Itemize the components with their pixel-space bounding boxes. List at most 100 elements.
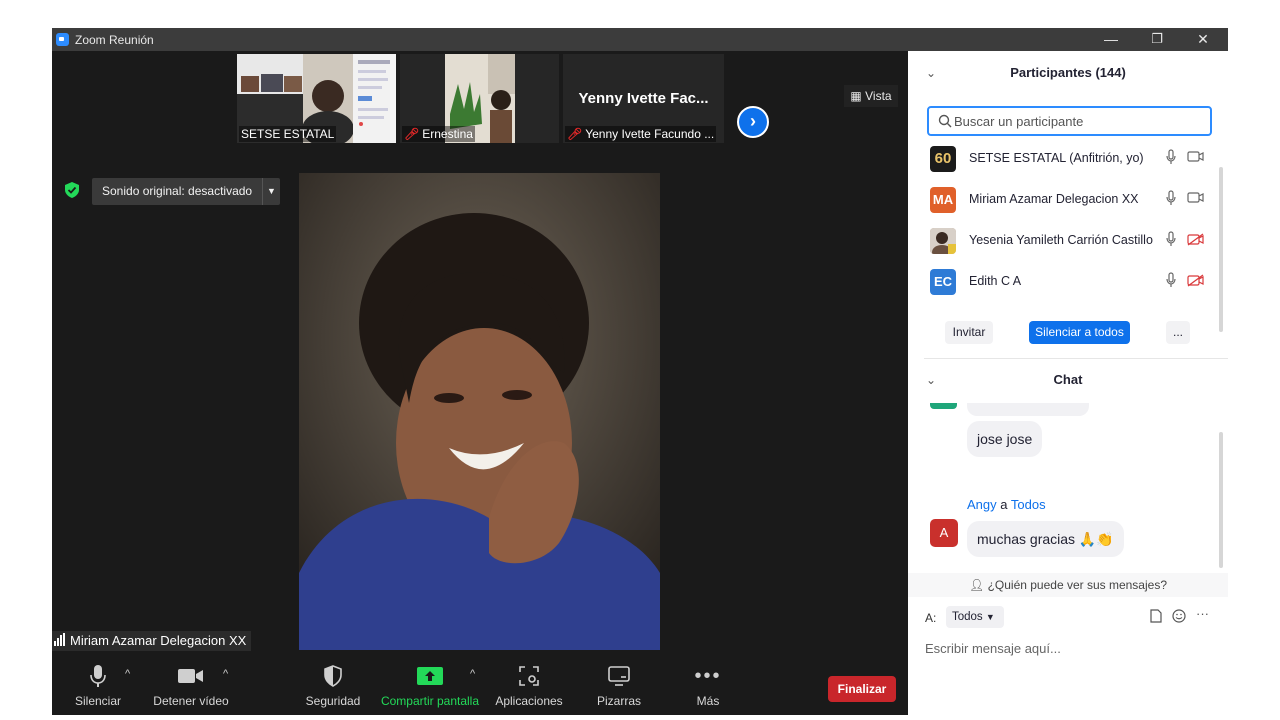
share-screen-arrow-icon: [417, 667, 443, 685]
person-lock-icon: 👤︎: [968, 578, 985, 592]
apps-icon: [519, 666, 539, 686]
participant-name: Miriam Azamar Delegacion XX: [969, 192, 1139, 206]
chat-message-header: Angy a Todos: [967, 497, 1046, 512]
video-area: SETSE ESTATAL 🎤︎ Ernestina Yenny Ivette F…: [52, 51, 908, 715]
restore-button[interactable]: ❐: [1134, 29, 1180, 49]
participant-name: Edith C A: [969, 274, 1022, 288]
apps-button[interactable]: Aplicaciones: [493, 663, 565, 713]
participant-name: SETSE ESTATAL (Anfitrión, yo): [969, 151, 1144, 165]
chevron-down-icon: ▼: [985, 612, 995, 622]
chat-message-input[interactable]: [925, 637, 1215, 659]
participant-row[interactable]: 60 SETSE ESTATAL (Anfitrión, yo): [908, 138, 1218, 178]
avatar: 60: [930, 146, 956, 172]
video-camera-icon[interactable]: [1187, 192, 1204, 203]
muted-mic-icon: 🎤︎: [567, 127, 583, 141]
chevron-down-icon[interactable]: ▼: [262, 178, 280, 205]
file-icon[interactable]: [1150, 609, 1162, 623]
chat-message: muchas gracias 🙏👏: [967, 521, 1124, 557]
participant-photo: [930, 228, 956, 254]
microphone-icon[interactable]: [1166, 149, 1176, 165]
chat-header: ⌄ Chat: [908, 360, 1228, 400]
participants-scrollbar[interactable]: [1219, 167, 1223, 332]
avatar: A: [930, 519, 958, 547]
audio-options-caret-icon[interactable]: ^: [125, 668, 130, 680]
previous-message-bubble: [967, 403, 1089, 416]
microphone-icon[interactable]: [1166, 190, 1176, 206]
thumbnail-ernestina[interactable]: 🎤︎ Ernestina: [400, 54, 559, 143]
thumbnail-display-name: Yenny Ivette Fac...: [578, 90, 709, 107]
security-label: Seguridad: [305, 694, 361, 708]
participant-row[interactable]: MA Miriam Azamar Delegacion XX: [908, 179, 1218, 219]
window-title: Zoom Reunión: [75, 33, 154, 47]
chat-title: Chat: [1053, 372, 1083, 387]
recipient-value: Todos: [952, 611, 983, 623]
thumbnail-yenny[interactable]: Yenny Ivette Fac... 🎤︎ Yenny Ivette Facun…: [563, 54, 724, 143]
share-screen-button[interactable]: Compartir pantalla: [380, 663, 480, 713]
thumbnail-name: 🎤︎ Ernestina: [402, 126, 475, 142]
participants-title: Participantes (144): [1010, 65, 1126, 80]
participant-name: Yesenia Yamileth Carrión Castillo: [969, 233, 1153, 247]
whiteboards-button[interactable]: Pizarras: [590, 663, 648, 713]
whiteboards-label: Pizarras: [596, 694, 641, 708]
apps-label: Aplicaciones: [495, 694, 563, 708]
thumbnail-name: SETSE ESTATAL: [239, 126, 337, 142]
zoom-logo-icon: [56, 33, 69, 46]
zoom-window: Zoom Reunión — ❐ ✕ SETSE ESTATAL 🎤︎ Erne…: [52, 28, 1228, 715]
next-page-arrow-icon[interactable]: ›: [737, 106, 769, 138]
stop-video-label: Detener vídeo: [153, 694, 229, 708]
microphone-icon[interactable]: [1166, 272, 1176, 288]
collapse-chevron-icon[interactable]: ⌄: [926, 53, 936, 93]
encryption-shield-icon[interactable]: [65, 182, 79, 198]
chat-scrollbar[interactable]: [1219, 432, 1223, 568]
message-connector: a: [1000, 497, 1008, 512]
security-button[interactable]: Seguridad: [302, 663, 364, 713]
sender-name: Angy: [967, 497, 997, 512]
to-label: A:: [925, 611, 937, 625]
chat-more-icon[interactable]: ···: [1196, 606, 1209, 621]
invite-button[interactable]: Invitar: [945, 321, 993, 344]
mute-button[interactable]: Silenciar: [70, 663, 126, 713]
share-options-caret-icon[interactable]: ^: [470, 668, 475, 680]
main-video: [299, 173, 660, 650]
more-label: Más: [696, 694, 720, 708]
participant-search[interactable]: [927, 106, 1212, 136]
who-can-see-messages[interactable]: 👤︎ ¿Quién puede ver sus mensajes?: [908, 573, 1228, 597]
video-off-icon[interactable]: [1187, 233, 1204, 246]
participant-search-input[interactable]: [954, 112, 1204, 130]
end-meeting-button[interactable]: Finalizar: [828, 676, 896, 702]
search-icon: [938, 114, 952, 128]
original-sound-button[interactable]: Sonido original: desactivado ▼: [92, 178, 280, 205]
participants-more-button[interactable]: ...: [1166, 321, 1190, 344]
recipient-select[interactable]: Todos ▼: [946, 606, 1004, 628]
more-button[interactable]: ••• Más: [684, 663, 732, 713]
signal-strength-icon: [54, 632, 66, 652]
original-sound-label: Sonido original: desactivado: [102, 184, 253, 198]
view-button[interactable]: ▦ Vista: [844, 85, 898, 107]
active-speaker-name: Miriam Azamar Delegacion XX: [52, 631, 252, 652]
stop-video-button[interactable]: Detener vídeo: [152, 663, 230, 713]
mute-all-button[interactable]: Silenciar a todos: [1029, 321, 1130, 344]
participants-header: ⌄ Participantes (144): [908, 53, 1228, 93]
minimize-button[interactable]: —: [1088, 29, 1134, 49]
more-dots-icon: •••: [694, 664, 722, 687]
emoji-icon[interactable]: [1172, 609, 1186, 623]
side-panel: ⌄ Participantes (144) 60 SETSE ESTATAL (…: [908, 51, 1228, 692]
speaker-video-frame: [299, 173, 660, 650]
video-options-caret-icon[interactable]: ^: [223, 668, 228, 680]
panel-divider: [924, 358, 1228, 359]
participant-row[interactable]: EC Edith C A: [908, 261, 1218, 301]
avatar: MA: [930, 187, 956, 213]
thumbnail-setse-estatal[interactable]: SETSE ESTATAL: [237, 54, 396, 143]
grid-icon: ▦: [850, 89, 862, 103]
collapse-chevron-icon[interactable]: ⌄: [926, 360, 936, 400]
participant-row[interactable]: Yesenia Yamileth Carrión Castillo: [908, 220, 1218, 260]
microphone-icon[interactable]: [1166, 231, 1176, 247]
video-camera-icon[interactable]: [1187, 151, 1204, 162]
mute-button-label: Silenciar: [74, 694, 122, 708]
close-button[interactable]: ✕: [1180, 29, 1226, 49]
view-button-label: Vista: [865, 89, 892, 103]
muted-mic-icon: 🎤︎: [404, 127, 420, 141]
recipient-name: Todos: [1010, 497, 1046, 512]
video-off-icon[interactable]: [1187, 274, 1204, 287]
title-bar: Zoom Reunión — ❐ ✕: [52, 28, 1228, 51]
